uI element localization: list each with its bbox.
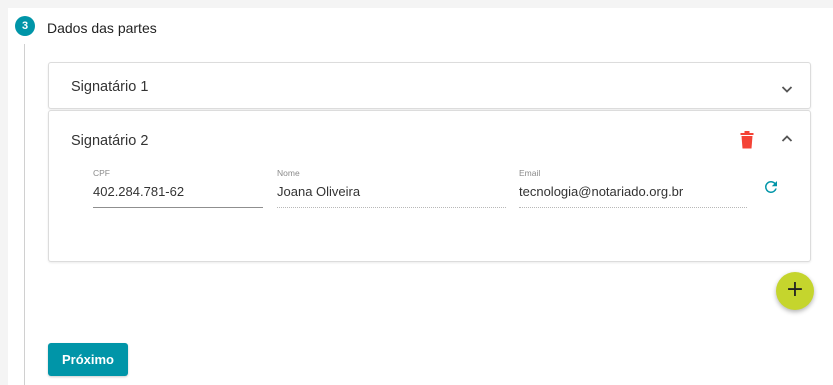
nome-field[interactable]: Nome Joana Oliveira [277, 168, 506, 208]
add-signatario-button[interactable]: + [776, 272, 814, 310]
chevron-up-icon[interactable] [780, 132, 794, 146]
email-field[interactable]: Email tecnologia@notariado.org.br [519, 168, 747, 208]
cpf-field[interactable]: CPF 402.284.781-62 [93, 168, 263, 208]
next-button[interactable]: Próximo [48, 343, 128, 376]
cpf-input[interactable]: 402.284.781-62 [93, 183, 263, 200]
refresh-icon[interactable] [762, 178, 780, 196]
step-number-badge: 3 [15, 16, 35, 36]
email-label: Email [519, 168, 541, 178]
nome-underline [277, 207, 506, 208]
email-input[interactable]: tecnologia@notariado.org.br [519, 183, 747, 200]
signatario-2-title[interactable]: Signatário 2 [71, 133, 148, 149]
step-title: Dados das partes [47, 20, 157, 36]
step-connector-line [24, 44, 25, 385]
cpf-label: CPF [93, 168, 110, 178]
signatario-2-panel: Signatário 2 CPF 402.284.781-62 Nome Joa… [48, 110, 811, 262]
chevron-down-icon[interactable] [780, 82, 794, 96]
signatario-1-title: Signatário 1 [71, 79, 149, 95]
signatario-1-panel[interactable]: Signatário 1 [48, 62, 811, 109]
trash-icon[interactable] [740, 131, 754, 149]
cpf-underline [93, 207, 263, 208]
nome-label: Nome [277, 168, 300, 178]
email-underline [519, 207, 747, 208]
nome-input[interactable]: Joana Oliveira [277, 183, 506, 200]
